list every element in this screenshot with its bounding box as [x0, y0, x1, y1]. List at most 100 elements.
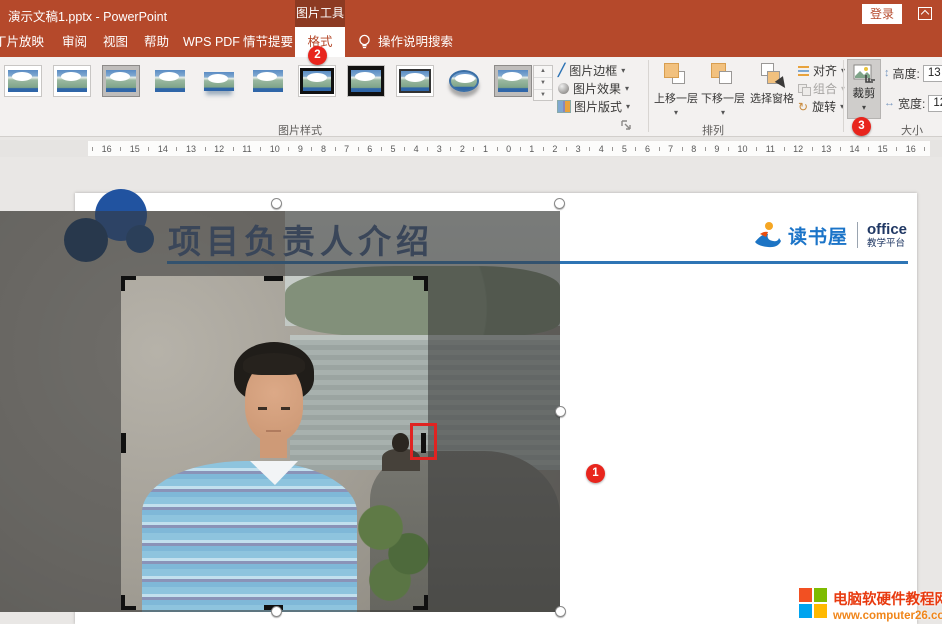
horizontal-ruler[interactable]: 1615141312111098765432101234567891011121…	[0, 140, 942, 157]
crop-icon	[853, 64, 875, 84]
ruler-tick	[868, 147, 869, 151]
picture-style-black-frame-icon[interactable]	[298, 65, 336, 97]
document-title: 演示文稿1.pptx - PowerPoint	[8, 6, 167, 25]
ruler-number: 14	[849, 144, 859, 154]
crop-handle-top[interactable]	[264, 276, 283, 281]
crop-handle-bottom-right[interactable]	[413, 595, 428, 610]
align-button[interactable]: 对齐 ▾	[798, 63, 845, 78]
chevron-down-icon: ▾	[625, 84, 629, 93]
ruler-tick	[311, 147, 312, 151]
picture-border-button[interactable]: ╱ 图片边框 ▾	[558, 62, 625, 78]
ribbon-display-options-icon[interactable]	[918, 7, 932, 20]
ruler-tick	[205, 147, 206, 151]
cropped-picture[interactable]	[0, 211, 560, 612]
tab-wps-pdf[interactable]: WPS PDF	[183, 27, 240, 57]
crop-handle-left[interactable]	[121, 433, 126, 453]
ruler-number: 4	[599, 144, 604, 154]
decor-circle-small	[126, 225, 154, 253]
bring-forward-icon	[663, 63, 689, 87]
tab-slideshow-cut[interactable]: 丁片放映	[0, 27, 44, 57]
picture-effects-label: 图片效果	[573, 80, 621, 97]
height-input[interactable]: 13	[923, 65, 942, 82]
lightbulb-icon	[358, 34, 371, 50]
selection-handle-top-center[interactable]	[271, 198, 282, 209]
contextual-tab-picture-tools[interactable]: 图片工具	[295, 0, 345, 27]
photo-man-neck	[260, 436, 287, 458]
landscape-thumbnail-icon	[300, 68, 334, 94]
ruler-tick	[148, 147, 149, 151]
picture-style-oval-soft-shadow-icon[interactable]	[445, 65, 483, 97]
gallery-scrollbar[interactable]: ▲ ▼ ▼	[533, 65, 553, 101]
gallery-more-icon[interactable]: ▼	[534, 90, 552, 101]
picture-style-reflection-icon[interactable]	[200, 65, 238, 97]
picture-layout-button[interactable]: 图片版式 ▾	[558, 98, 630, 114]
selection-handle-top-right[interactable]	[554, 198, 565, 209]
height-field-row: ↕ 高度: 13	[884, 64, 942, 82]
logo-name: 读书屋	[788, 222, 848, 249]
ruler-number: 10	[738, 144, 748, 154]
picture-style-simple-white-frame-icon[interactable]	[4, 65, 42, 97]
slide-title[interactable]: 项目负责人介绍	[168, 215, 434, 263]
ruler-tick	[335, 147, 336, 151]
send-backward-button[interactable]: 下移一层 ▾	[700, 61, 746, 119]
picture-style-thick-black-frame-icon[interactable]	[347, 65, 385, 97]
selection-pane-button[interactable]: 选择窗格	[747, 61, 797, 119]
photo-man-striped-shirt	[142, 461, 357, 612]
ruler-number: 9	[298, 144, 303, 154]
ruler-tick	[635, 147, 636, 151]
ruler-tick	[589, 147, 590, 151]
gallery-scroll-down-icon[interactable]: ▼	[534, 78, 552, 90]
ruler-number: 3	[576, 144, 581, 154]
ruler-number: 0	[506, 144, 511, 154]
landscape-thumbnail-icon	[8, 70, 38, 92]
ruler-number: 13	[821, 144, 831, 154]
ruler-number: 16	[102, 144, 112, 154]
ruler-tick	[288, 147, 289, 151]
crop-handle-top-left[interactable]	[121, 276, 136, 291]
selection-handle-bottom-right[interactable]	[555, 606, 566, 617]
crop-handle-top-right[interactable]	[413, 276, 428, 291]
picture-styles-dialog-launcher-icon[interactable]	[620, 119, 632, 131]
chevron-down-icon: ▾	[621, 66, 625, 75]
picture-style-compound-frame-icon[interactable]	[396, 65, 434, 97]
picture-style-full-bleed-icon[interactable]	[151, 65, 189, 97]
picture-style-full-bleed-2-icon[interactable]	[249, 65, 287, 97]
gallery-scroll-up-icon[interactable]: ▲	[534, 66, 552, 78]
selection-handle-bottom-center[interactable]	[271, 606, 282, 617]
ruler-tick	[659, 147, 660, 151]
tab-storyboard[interactable]: 情节提要	[243, 27, 293, 57]
crop-handle-bottom-left[interactable]	[121, 595, 136, 610]
picture-style-metal-gray-frame-icon[interactable]	[102, 65, 140, 97]
tab-review[interactable]: 审阅	[62, 27, 87, 57]
group-icon	[798, 84, 809, 94]
ruler-number: 5	[390, 144, 395, 154]
picture-style-metal-frame-2-icon[interactable]	[494, 65, 532, 97]
selection-handle-middle-right[interactable]	[555, 406, 566, 417]
crop-button[interactable]: 裁剪 ▾	[847, 59, 881, 119]
rotate-button[interactable]: ↻ 旋转 ▾	[798, 99, 844, 114]
width-input[interactable]: 12	[928, 95, 942, 112]
bring-forward-button[interactable]: 上移一层 ▾	[653, 61, 699, 119]
ruler-number: 6	[367, 144, 372, 154]
tell-me-search[interactable]: 操作说明搜索	[358, 27, 453, 57]
ruler-tick	[612, 147, 613, 151]
ruler-number: 6	[645, 144, 650, 154]
picture-style-soft-white-frame-icon[interactable]	[53, 65, 91, 97]
step-badge-1: 1	[586, 464, 605, 483]
tab-help[interactable]: 帮助	[144, 27, 169, 57]
decor-circle-dark	[64, 218, 108, 262]
ruler-tick	[705, 147, 706, 151]
ruler-tick	[233, 147, 234, 151]
group-button-disabled: 组合 ▾	[798, 81, 845, 96]
picture-effects-button[interactable]: 图片效果 ▾	[558, 80, 629, 96]
tab-view[interactable]: 视图	[103, 27, 128, 57]
step-badge-3: 3	[852, 117, 871, 136]
logo-office: office	[867, 222, 907, 237]
picture-border-icon: ╱	[558, 63, 565, 77]
login-button[interactable]: 登录	[862, 4, 902, 24]
align-label: 对齐	[813, 62, 837, 79]
photo-man-eye	[281, 407, 290, 410]
ruler-tick	[92, 147, 93, 151]
ruler-tick	[728, 147, 729, 151]
ruler-tick	[924, 147, 925, 151]
